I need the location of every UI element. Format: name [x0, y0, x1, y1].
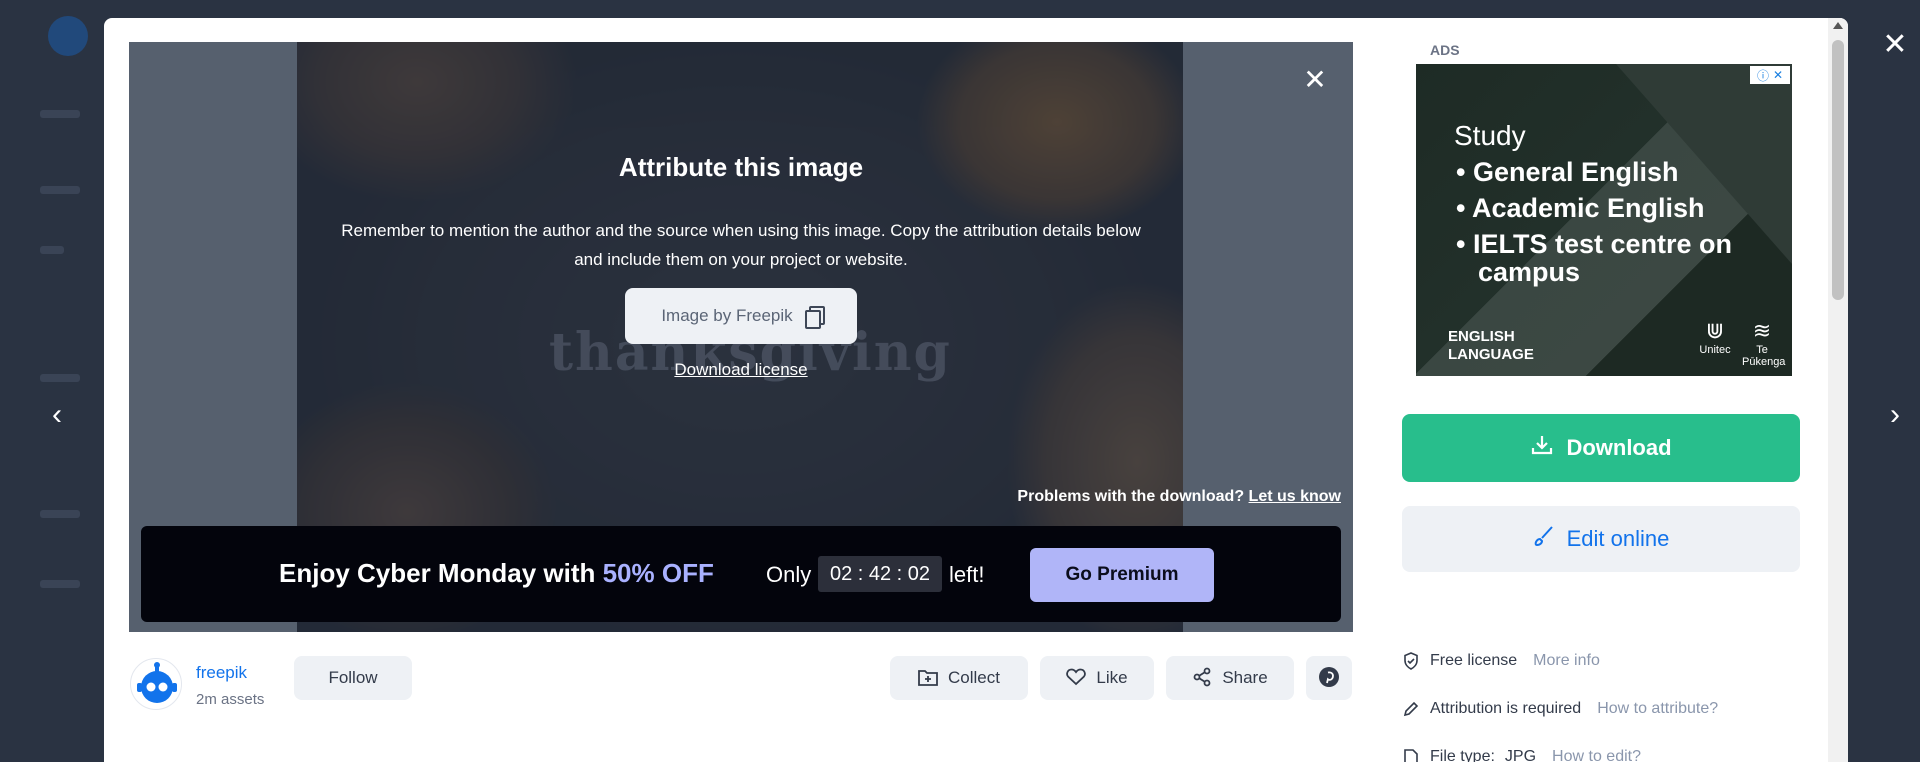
filetype-row: File type: JPG How to edit?: [1402, 748, 1641, 762]
download-button[interactable]: Download: [1402, 414, 1800, 482]
more-info-link[interactable]: More info: [1533, 652, 1600, 670]
follow-button[interactable]: Follow: [294, 656, 412, 700]
close-icon[interactable]: ✕: [1880, 30, 1910, 60]
image-preview: thanksgiving ✕ Attribute this image Reme…: [129, 42, 1353, 632]
like-button[interactable]: Like: [1040, 656, 1154, 700]
like-label: Like: [1096, 668, 1128, 687]
edit-online-button[interactable]: Edit online: [1402, 506, 1800, 572]
tepukenga-logo-text: Te Pūkenga: [1742, 344, 1786, 368]
pen-icon: [1402, 700, 1420, 718]
tepukenga-emblem-icon: ≋: [1752, 318, 1772, 343]
attribution-title: Attribute this image: [618, 152, 864, 182]
scrollbar[interactable]: [1828, 18, 1848, 762]
problem-text: Problems with the download?: [1017, 488, 1245, 505]
heart-icon: [1066, 668, 1087, 689]
background-logo: [48, 16, 88, 56]
ad-bullet-text: IELTS test centre on: [1472, 229, 1733, 259]
ad-bullet: • IELTS test centre on: [1456, 229, 1733, 259]
attribution-row: Attribution is required How to attribute…: [1402, 700, 1718, 718]
close-icon[interactable]: ✕: [1301, 66, 1329, 94]
pinterest-icon: [1318, 666, 1340, 691]
file-icon: [1402, 748, 1420, 762]
copy-attribution-button[interactable]: Image by Freepik: [625, 288, 857, 344]
ad-language-line: LANGUAGE: [1448, 346, 1534, 363]
scroll-up-arrow[interactable]: [1833, 22, 1843, 29]
background-nav-item: [40, 246, 64, 254]
cyber-monday-banner: Enjoy Cyber Monday with 50% OFF Only 02 …: [141, 526, 1341, 622]
background-nav-item: [40, 186, 80, 194]
copy-attribution-label: Image by Freepik: [661, 306, 793, 325]
copy-icon: [804, 306, 825, 329]
edit-online-label: Edit online: [1566, 526, 1670, 551]
promo-discount: 50% OFF: [602, 558, 714, 588]
chevron-left-icon[interactable]: ‹: [42, 400, 72, 430]
collect-button[interactable]: Collect: [890, 656, 1028, 700]
avatar[interactable]: [130, 658, 182, 710]
tepukenga-logo: ≋ Te Pūkenga: [1742, 318, 1786, 368]
ad-heading: Study: [1454, 120, 1526, 151]
ads-label: ADS: [1430, 42, 1460, 58]
image-detail-modal: thanksgiving ✕ Attribute this image Reme…: [104, 18, 1848, 762]
ad-bullet: • Academic English: [1456, 193, 1705, 223]
background-nav-item: [40, 374, 80, 382]
ad-bullet-text: General English: [1472, 157, 1679, 187]
advertisement-banner[interactable]: ⓘ ✕ Study • General English • Academic En…: [1416, 64, 1792, 376]
background-nav-item: [40, 510, 80, 518]
share-label: Share: [1222, 668, 1268, 687]
brush-icon: [1533, 525, 1555, 553]
pinterest-button[interactable]: [1306, 656, 1352, 700]
download-label: Download: [1566, 435, 1672, 460]
ad-bullet-text: Academic English: [1471, 193, 1705, 223]
download-problem-text: Problems with the download? Let us know: [1017, 488, 1341, 506]
author-name[interactable]: freepik: [196, 663, 247, 683]
follow-label: Follow: [328, 668, 378, 687]
go-premium-button[interactable]: Go Premium: [1030, 548, 1214, 602]
freepik-robot-icon: [137, 662, 177, 703]
filetype-value: JPG: [1504, 748, 1537, 762]
license-row: Free license More info: [1402, 652, 1600, 670]
ad-language-line: ENGLISH: [1448, 328, 1515, 345]
info-icon[interactable]: ⓘ: [1757, 67, 1769, 84]
collect-label: Collect: [948, 668, 1000, 687]
background-nav-item: [40, 580, 80, 588]
unitec-logo: ⋓ Unitec: [1698, 318, 1732, 356]
license-text: Free license: [1430, 652, 1518, 669]
let-us-know-link[interactable]: Let us know: [1249, 488, 1341, 505]
attribution-required-text: Attribution is required: [1430, 700, 1582, 717]
promo-prefix: Enjoy Cyber Monday with: [279, 558, 603, 588]
ad-language-label: ENGLISH LANGUAGE: [1448, 328, 1534, 364]
ad-bullet-continuation: campus: [1478, 257, 1581, 287]
author-assets-count: 2m assets: [196, 691, 265, 708]
unitec-emblem-icon: ⋓: [1705, 318, 1725, 343]
how-to-edit-link[interactable]: How to edit?: [1552, 748, 1641, 762]
close-icon[interactable]: ✕: [1773, 68, 1783, 82]
attribution-description: Remember to mention the author and the s…: [341, 221, 1141, 269]
folder-plus-icon: [918, 668, 938, 689]
filetype-label: File type:: [1430, 748, 1495, 762]
share-button[interactable]: Share: [1166, 656, 1294, 700]
how-to-attribute-link[interactable]: How to attribute?: [1597, 700, 1718, 718]
ad-info-close[interactable]: ⓘ ✕: [1750, 66, 1790, 84]
ad-bullet: • General English: [1456, 157, 1679, 187]
countdown-timer: 02 : 42 : 02: [818, 556, 942, 592]
promo-headline: Enjoy Cyber Monday with 50% OFF: [279, 558, 714, 589]
scrollbar-thumb[interactable]: [1832, 40, 1844, 300]
background-nav-item: [40, 110, 80, 118]
promo-only: Only: [766, 562, 812, 587]
chevron-right-icon[interactable]: ›: [1880, 400, 1910, 430]
shield-check-icon: [1402, 652, 1420, 670]
unitec-logo-text: Unitec: [1699, 344, 1731, 356]
download-icon: [1530, 433, 1554, 463]
share-icon: [1192, 667, 1212, 690]
download-license-link[interactable]: Download license: [129, 360, 1353, 380]
promo-left: left!: [949, 562, 985, 587]
